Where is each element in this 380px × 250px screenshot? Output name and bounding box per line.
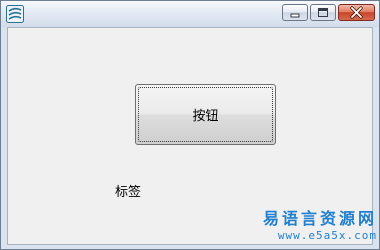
minimize-button[interactable] (282, 4, 308, 21)
maximize-button[interactable] (310, 4, 336, 21)
push-button[interactable]: 按钮 (135, 84, 276, 145)
title-bar[interactable] (1, 1, 379, 27)
app-icon[interactable] (6, 5, 24, 23)
close-icon (350, 6, 363, 19)
minimize-icon (290, 13, 300, 18)
push-button-label: 按钮 (192, 109, 219, 124)
maximize-icon (318, 8, 328, 17)
watermark-title: 易语言资源网 (262, 209, 377, 228)
watermark: 易语言资源网 www.e5a5x.com (245, 209, 377, 242)
static-label: 标签 (115, 185, 142, 200)
app-window: 按钮 标签 易语言资源网 www.e5a5x.com (0, 0, 380, 250)
watermark-url: www.e5a5x.com (277, 229, 377, 242)
close-button[interactable] (338, 4, 375, 21)
